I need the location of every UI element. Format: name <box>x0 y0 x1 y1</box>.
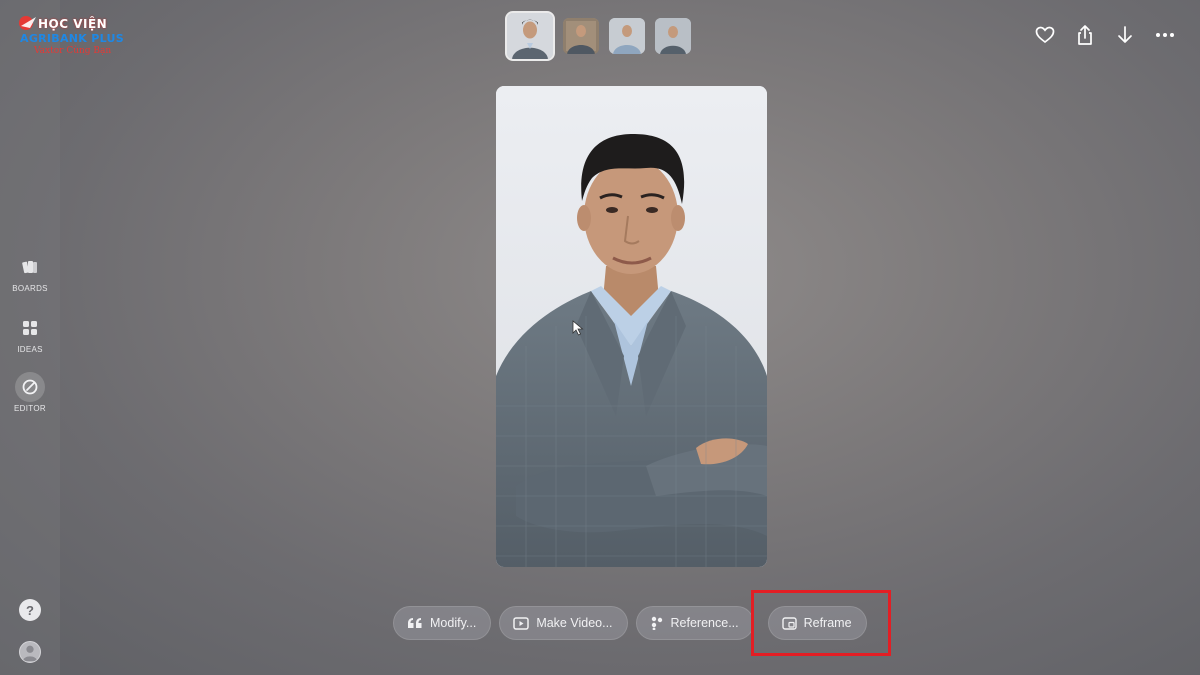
reference-label: Reference... <box>670 616 739 630</box>
logo-text-bottom: Vaxtor Cùng Bạn <box>34 46 112 56</box>
reframe-button[interactable]: Reframe <box>767 606 867 640</box>
video-icon <box>513 616 530 630</box>
avatar-icon <box>22 645 38 662</box>
main-image[interactable] <box>496 86 767 567</box>
editor-icon <box>15 372 45 402</box>
quote-icon <box>407 617 423 629</box>
help-button[interactable]: ? <box>19 599 41 621</box>
reframe-icon <box>781 616 797 630</box>
help-icon: ? <box>26 602 34 618</box>
portrait-thumbnail-image <box>507 13 553 59</box>
more-icon <box>1156 33 1174 37</box>
make-video-button[interactable]: Make Video... <box>499 606 628 640</box>
logo-text-top: HỌC VIỆN <box>38 17 108 31</box>
logo: HỌC VIỆN AGRIBANK PLUS Vaxtor Cùng Bạn <box>16 12 126 60</box>
share-icon <box>1078 25 1092 45</box>
sidebar-item-label: IDEAS <box>17 345 43 354</box>
sidebar-item-label: BOARDS <box>12 284 48 293</box>
favorite-button[interactable] <box>1034 22 1056 48</box>
ideas-icon <box>15 313 45 343</box>
reference-button[interactable]: Reference... <box>635 606 754 640</box>
logo-text-middle: AGRIBANK PLUS <box>20 32 124 45</box>
heart-icon <box>1035 26 1055 44</box>
thumbnail-strip <box>505 11 691 61</box>
sidebar-item-label: EDITOR <box>14 404 46 413</box>
sidebar-item-editor[interactable]: EDITOR <box>0 372 60 413</box>
sidebar-item-boards[interactable]: BOARDS <box>0 252 60 293</box>
avatar[interactable] <box>19 641 41 663</box>
reference-icon <box>650 616 664 630</box>
sidebar-item-ideas[interactable]: IDEAS <box>0 313 60 354</box>
top-actions <box>1034 22 1176 48</box>
thumbnail-4[interactable] <box>655 18 691 54</box>
mouse-cursor-icon <box>572 320 584 336</box>
portrait-thumbnail-image <box>563 18 599 54</box>
thumbnail-3[interactable] <box>609 18 645 54</box>
modify-label: Modify... <box>430 616 477 630</box>
share-button[interactable] <box>1074 22 1096 48</box>
make-video-label: Make Video... <box>536 616 613 630</box>
thumbnail-2[interactable] <box>563 18 599 54</box>
download-icon <box>1118 26 1132 43</box>
more-options-button[interactable] <box>1154 22 1176 48</box>
download-button[interactable] <box>1114 22 1136 48</box>
modify-button[interactable]: Modify... <box>393 606 492 640</box>
portrait-image <box>496 86 767 567</box>
logo-mark-icon <box>19 16 36 30</box>
thumbnail-1[interactable] <box>505 11 555 61</box>
reframe-label: Reframe <box>803 616 852 630</box>
portrait-thumbnail-image <box>609 18 645 54</box>
boards-icon <box>15 252 45 282</box>
bottom-toolbar: Modify... Make Video... Reference... Ref… <box>393 606 867 640</box>
portrait-thumbnail-image <box>655 18 691 54</box>
